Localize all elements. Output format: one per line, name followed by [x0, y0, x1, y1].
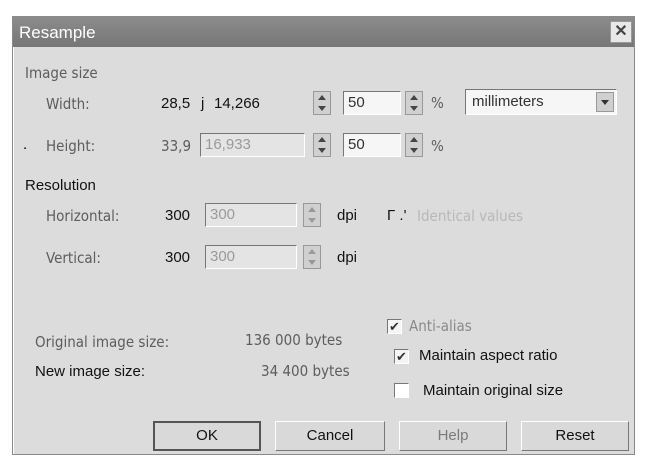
maintain-original-checkbox[interactable]	[394, 383, 409, 398]
horizontal-spinner[interactable]	[303, 203, 321, 227]
vertical-original-value: 300	[165, 249, 191, 266]
help-button[interactable]: Help	[399, 421, 507, 451]
units-selected-value: millimeters	[472, 93, 544, 110]
ok-button[interactable]: OK	[153, 421, 261, 451]
height-percent-field[interactable]: 50	[343, 133, 401, 157]
height-label: Height:	[46, 137, 96, 155]
image-size-section-label: Image size	[25, 64, 98, 82]
height-spinner[interactable]	[313, 133, 331, 157]
identical-values-checkbox[interactable]: Γ .'	[387, 207, 406, 224]
anti-alias-label: Anti-alias	[409, 317, 472, 335]
width-original-value: 28,5	[161, 95, 191, 112]
vertical-value-field[interactable]: 300	[205, 245, 297, 269]
resample-dialog: Resample ✕ Image size Width: 28,5 j 14,2…	[12, 16, 635, 455]
maintain-original-label: Maintain original size	[423, 382, 564, 399]
width-percent-symbol: %	[431, 94, 444, 112]
vertical-label: Vertical:	[46, 249, 101, 267]
horizontal-label: Horizontal:	[46, 207, 120, 225]
dialog-title: Resample	[19, 23, 96, 42]
cancel-button[interactable]: Cancel	[275, 421, 385, 451]
width-label: Width:	[46, 95, 90, 113]
height-original-value: 33,9	[161, 137, 192, 155]
maintain-aspect-checkbox[interactable]: ✔	[394, 349, 409, 364]
reset-button[interactable]: Reset	[521, 421, 629, 451]
chevron-down-icon[interactable]	[596, 92, 614, 112]
close-icon[interactable]: ✕	[610, 21, 632, 43]
new-size-value: 34 400 bytes	[261, 362, 350, 380]
maintain-aspect-label: Maintain aspect ratio	[419, 347, 558, 364]
height-percent-symbol: %	[431, 137, 444, 155]
title-bar[interactable]: Resample ✕	[13, 17, 634, 47]
horizontal-original-value: 300	[165, 207, 191, 224]
original-size-value: 136 000 bytes	[245, 331, 343, 349]
height-percent-spinner[interactable]	[405, 133, 423, 157]
horizontal-value-field[interactable]: 300	[205, 203, 297, 227]
width-percent-spinner[interactable]	[405, 91, 423, 115]
anti-alias-checkbox[interactable]: ✔	[387, 319, 402, 334]
units-dropdown[interactable]: millimeters	[465, 89, 617, 115]
resolution-section-label: Resolution	[25, 177, 96, 194]
height-value-field[interactable]: 16,933	[200, 133, 305, 157]
width-marker: j	[201, 95, 205, 112]
stray-mark: .	[23, 136, 28, 153]
new-size-label: New image size:	[35, 363, 146, 380]
vertical-unit: dpi	[337, 249, 358, 266]
vertical-spinner[interactable]	[303, 245, 321, 269]
identical-values-label: Identical values	[417, 207, 524, 225]
original-size-label: Original image size:	[35, 333, 170, 351]
width-spinner[interactable]	[313, 91, 331, 115]
horizontal-unit: dpi	[337, 207, 358, 224]
width-value[interactable]: 14,266	[214, 95, 260, 112]
width-percent-field[interactable]: 50	[343, 91, 401, 115]
